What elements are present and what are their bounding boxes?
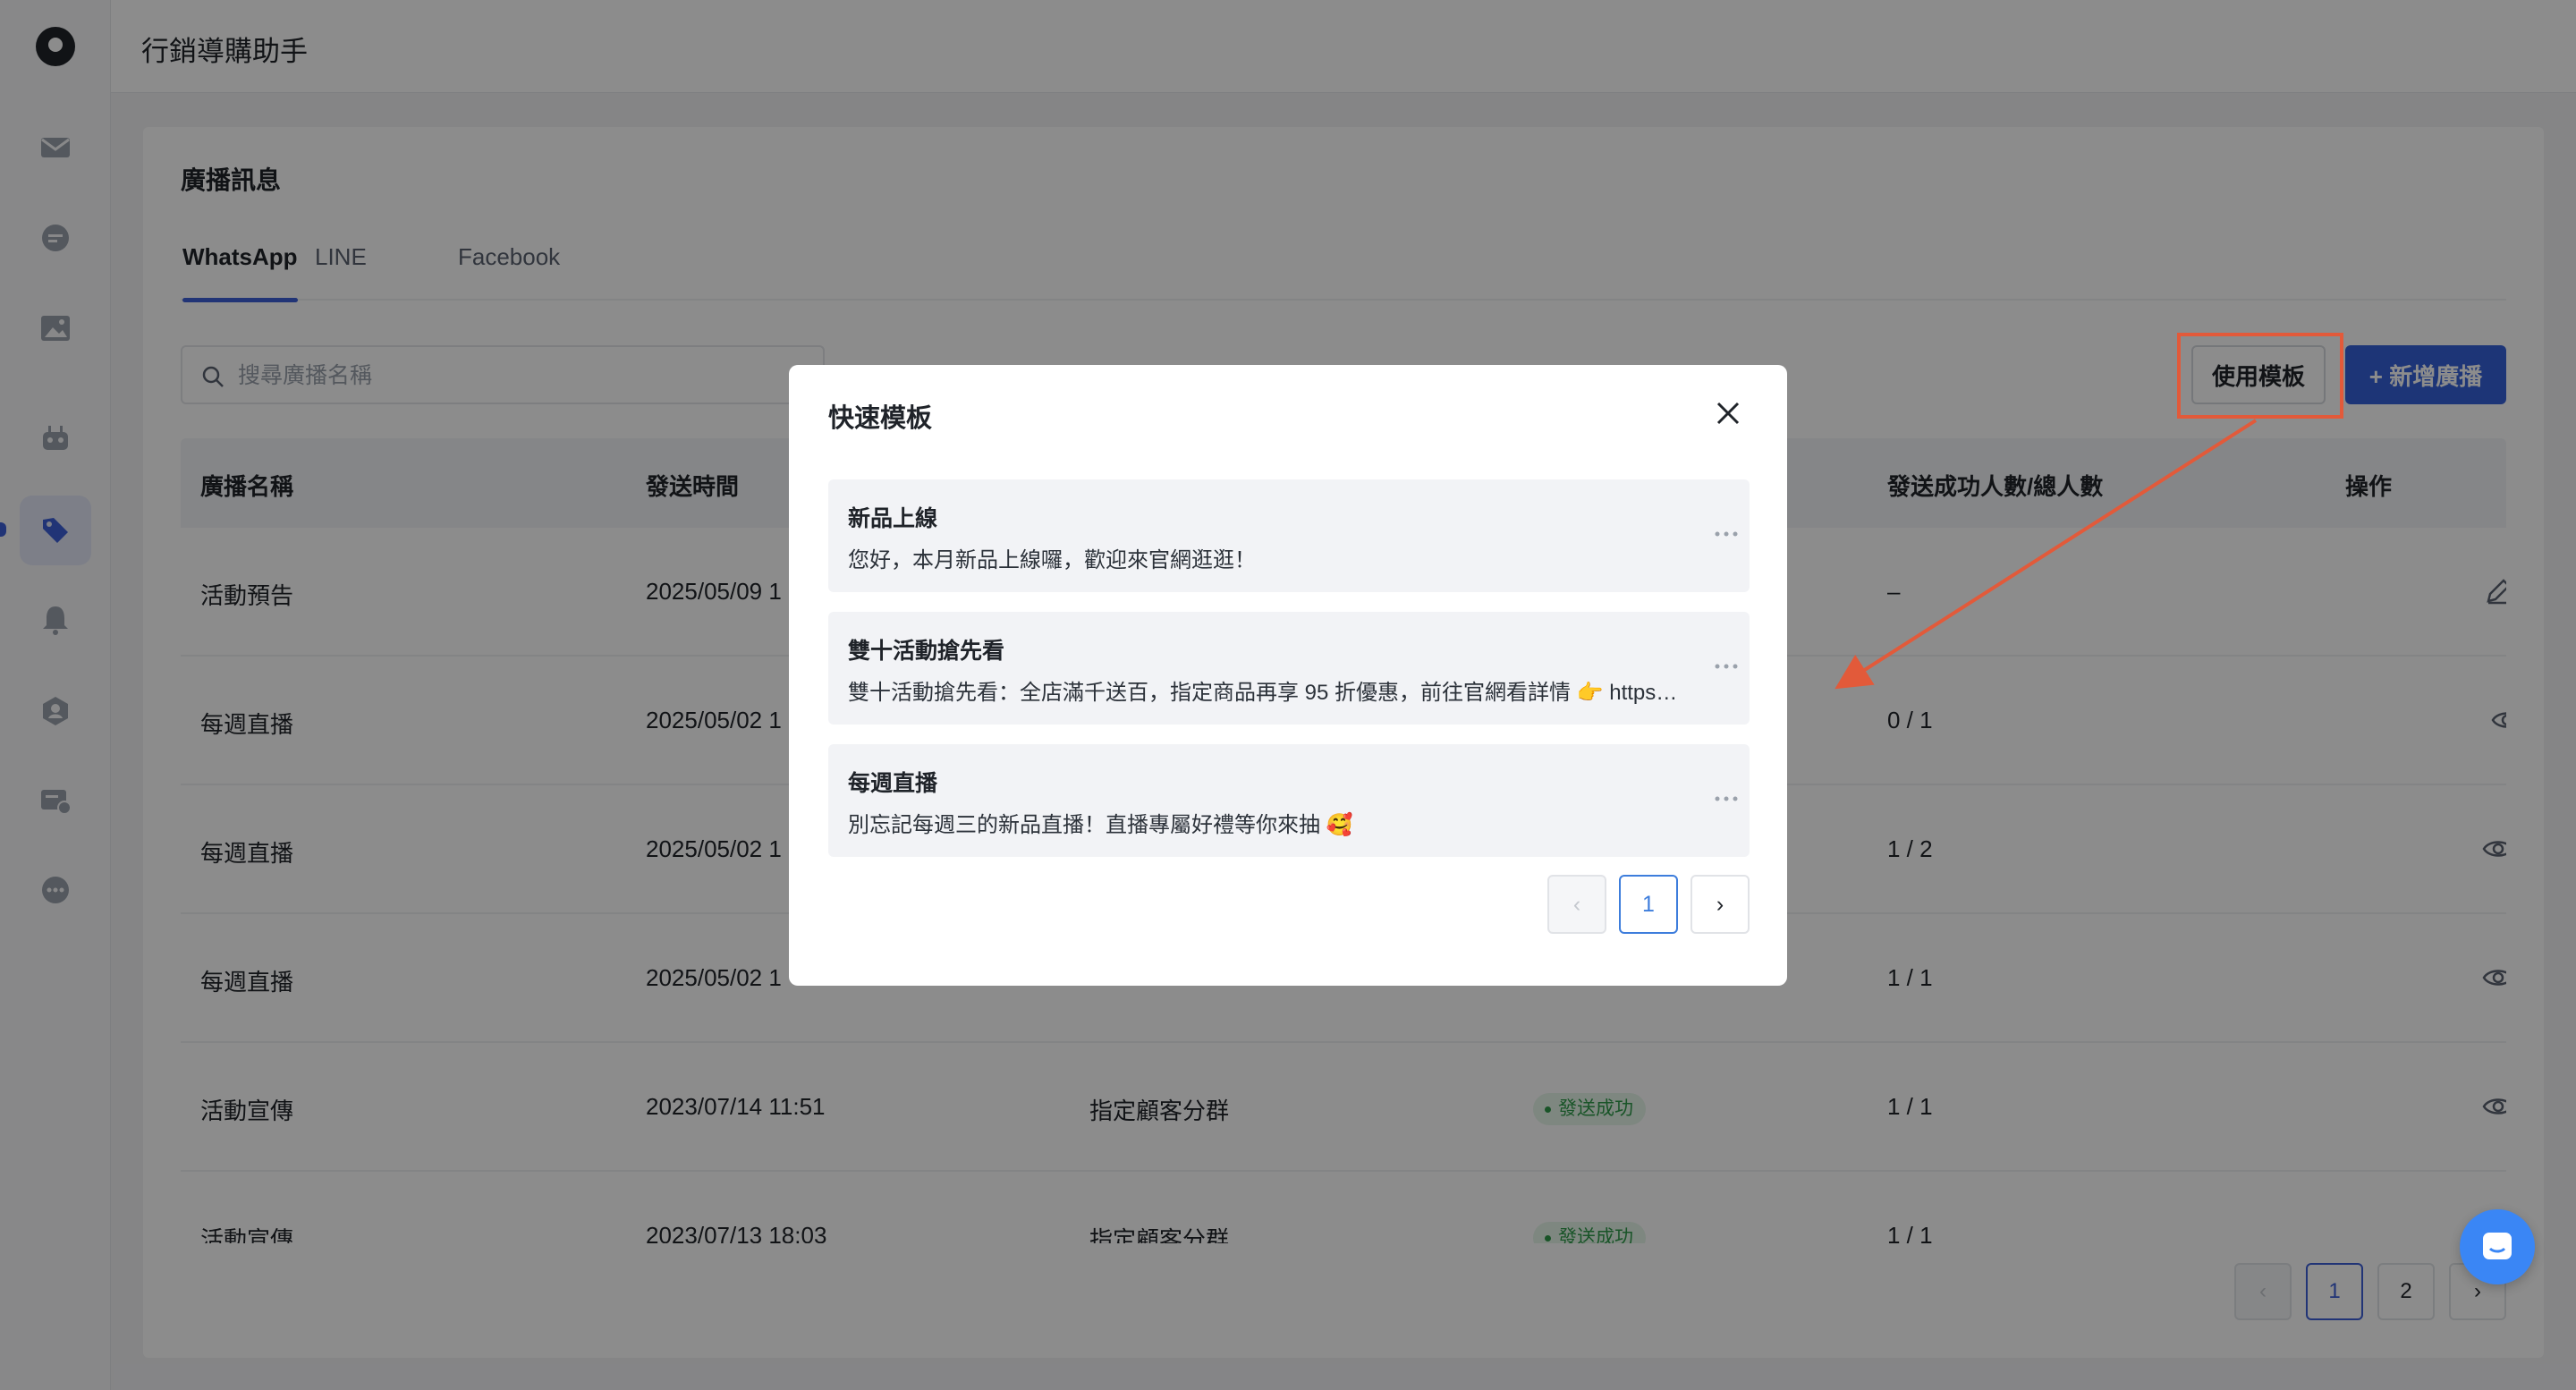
modal-next-page-button[interactable]: ›	[1690, 875, 1750, 934]
modal-page-button-1[interactable]: 1	[1619, 875, 1678, 934]
template-name: 新品上線	[848, 506, 938, 531]
template-item[interactable]: 新品上線 您好，本月新品上線囉，歡迎來官網逛逛！	[828, 479, 1750, 592]
template-name: 雙十活動搶先看	[848, 639, 1005, 664]
modal-title: 快速模板	[828, 404, 933, 433]
chat-bubble-icon	[2483, 1233, 2512, 1259]
close-icon[interactable]	[1710, 395, 1746, 431]
template-name: 每週直播	[848, 771, 938, 796]
more-options-icon[interactable]	[1714, 530, 1739, 538]
template-content: 別忘記每週三的新品直播！直播專屬好禮等你來抽 🥰	[848, 813, 1353, 837]
template-content: 您好，本月新品上線囉，歡迎來官網逛逛！	[848, 548, 1256, 572]
template-content: 雙十活動搶先看：全店滿千送百，指定商品再享 95 折優惠，前往官網看詳情 👉 h…	[848, 681, 1680, 705]
modal-prev-page-button[interactable]: ‹	[1547, 875, 1606, 934]
support-chat-button[interactable]	[2460, 1209, 2535, 1284]
more-options-icon[interactable]	[1714, 794, 1739, 803]
more-options-icon[interactable]	[1714, 662, 1739, 671]
template-item[interactable]: 每週直播 別忘記每週三的新品直播！直播專屬好禮等你來抽 🥰	[828, 744, 1750, 857]
template-item[interactable]: 雙十活動搶先看 雙十活動搶先看：全店滿千送百，指定商品再享 95 折優惠，前往官…	[828, 612, 1750, 725]
quick-template-modal: 快速模板 新品上線 您好，本月新品上線囉，歡迎來官網逛逛！ 雙十活動搶先看 雙十…	[789, 365, 1787, 986]
